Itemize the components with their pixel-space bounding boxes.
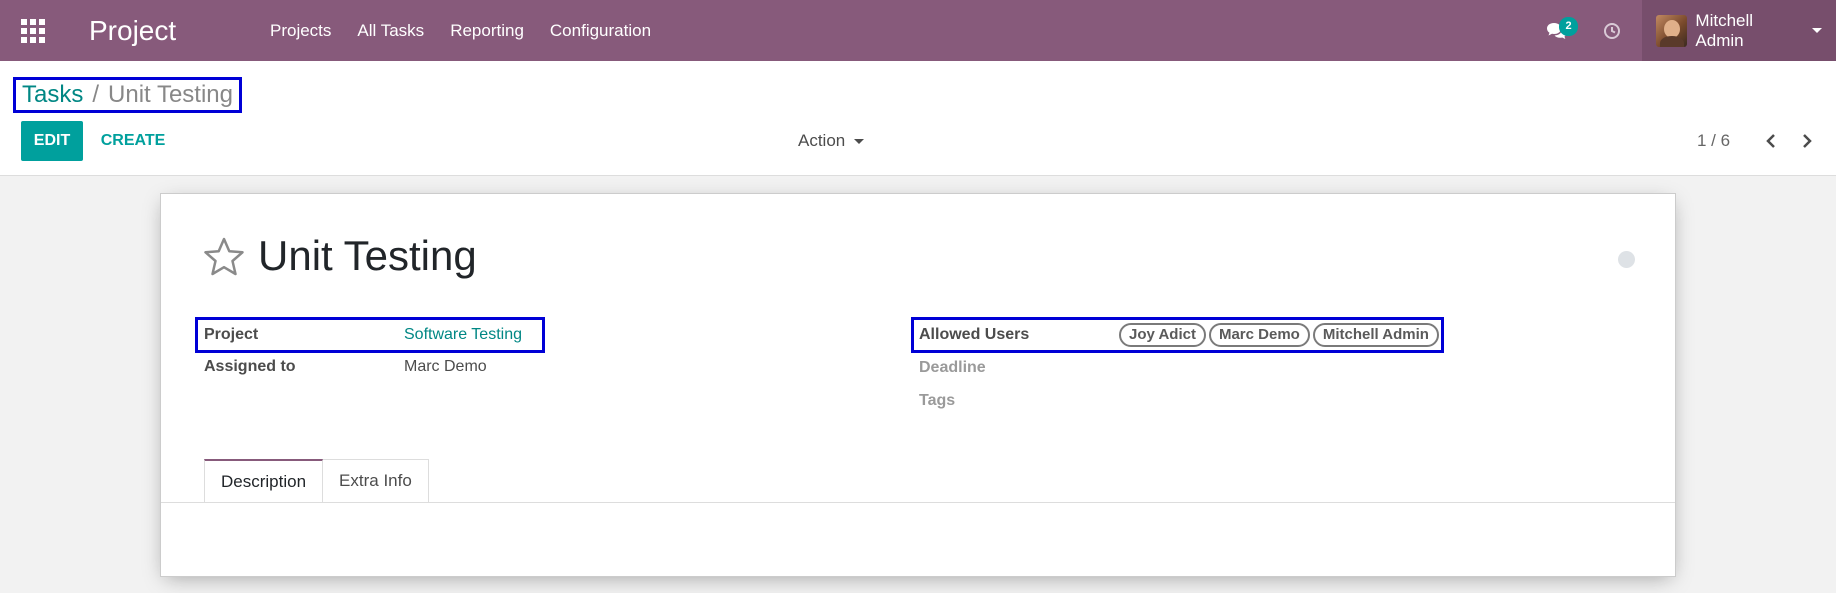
assigned-to-label: Assigned to [204,358,296,375]
apps-grid-icon [21,18,45,43]
avatar [1656,14,1688,47]
tabs-divider [161,502,1675,503]
assigned-to-value[interactable]: Marc Demo [404,358,487,376]
star-icon[interactable] [203,236,245,278]
chevron-right-icon [1803,134,1812,148]
messages-count-badge: 2 [1559,17,1578,36]
clock-icon [1604,22,1620,39]
user-tag[interactable]: Marc Demo [1208,323,1310,347]
top-navbar: Project Projects All Tasks Reporting Con… [0,0,1836,61]
messages-button[interactable]: 2 [1532,0,1582,61]
main-menu: Projects All Tasks Reporting Configurati… [257,0,664,61]
action-dropdown[interactable]: Action [798,121,865,161]
breadcrumb-separator: / [92,81,100,108]
edit-button[interactable]: EDIT [21,121,83,161]
app-title: Project [89,14,177,46]
pager-previous-button[interactable] [1756,121,1786,161]
apps-menu-button[interactable] [0,0,66,61]
allowed-users-label: Allowed Users [919,326,1030,343]
menu-item-reporting[interactable]: Reporting [437,0,537,61]
assigned-to-field: Assigned to Marc Demo [204,358,487,376]
navbar-right: 2 Mitchell Admin [1532,0,1836,61]
chevron-down-icon [854,138,865,144]
tags-field: Tags [919,392,955,410]
tab-extra-info[interactable]: Extra Info [323,459,429,502]
user-name: Mitchell Admin [1695,10,1754,50]
deadline-field: Deadline [919,359,986,377]
create-button[interactable]: CREATE [92,121,174,161]
activity-button[interactable] [1582,0,1642,61]
action-label: Action [798,131,846,150]
pager-value[interactable]: 1 / 6 [1697,121,1730,161]
project-link[interactable]: Software Testing [404,326,522,344]
deadline-label: Deadline [919,359,986,376]
project-label: Project [204,326,259,343]
control-panel: Tasks / Unit Testing EDIT CREATE Action … [0,61,1836,176]
user-tag[interactable]: Joy Adict [1119,323,1206,347]
menu-item-configuration[interactable]: Configuration [537,0,664,61]
project-field: Project Software Testing [204,326,522,344]
allowed-users-field: Allowed Users Joy Adict Marc Demo Mitche… [919,323,1442,347]
user-menu[interactable]: Mitchell Admin [1642,0,1836,61]
breadcrumb: Tasks / Unit Testing [13,77,242,113]
menu-item-all-tasks[interactable]: All Tasks [344,0,437,61]
menu-item-projects[interactable]: Projects [257,0,344,61]
kanban-state-indicator[interactable] [1618,251,1635,268]
notebook-tabs: Description Extra Info [204,459,429,502]
tab-description[interactable]: Description [204,459,324,502]
task-title: Unit Testing [258,232,477,279]
chevron-down-icon [1812,28,1822,33]
pager-next-button[interactable] [1792,121,1822,161]
chevron-left-icon [1766,134,1775,148]
user-tag[interactable]: Mitchell Admin [1312,323,1439,347]
form-sheet: Unit Testing Project Software Testing As… [160,193,1676,577]
breadcrumb-tasks-link[interactable]: Tasks [22,81,83,109]
tags-label: Tags [919,392,956,409]
breadcrumb-current: Unit Testing [108,81,233,108]
